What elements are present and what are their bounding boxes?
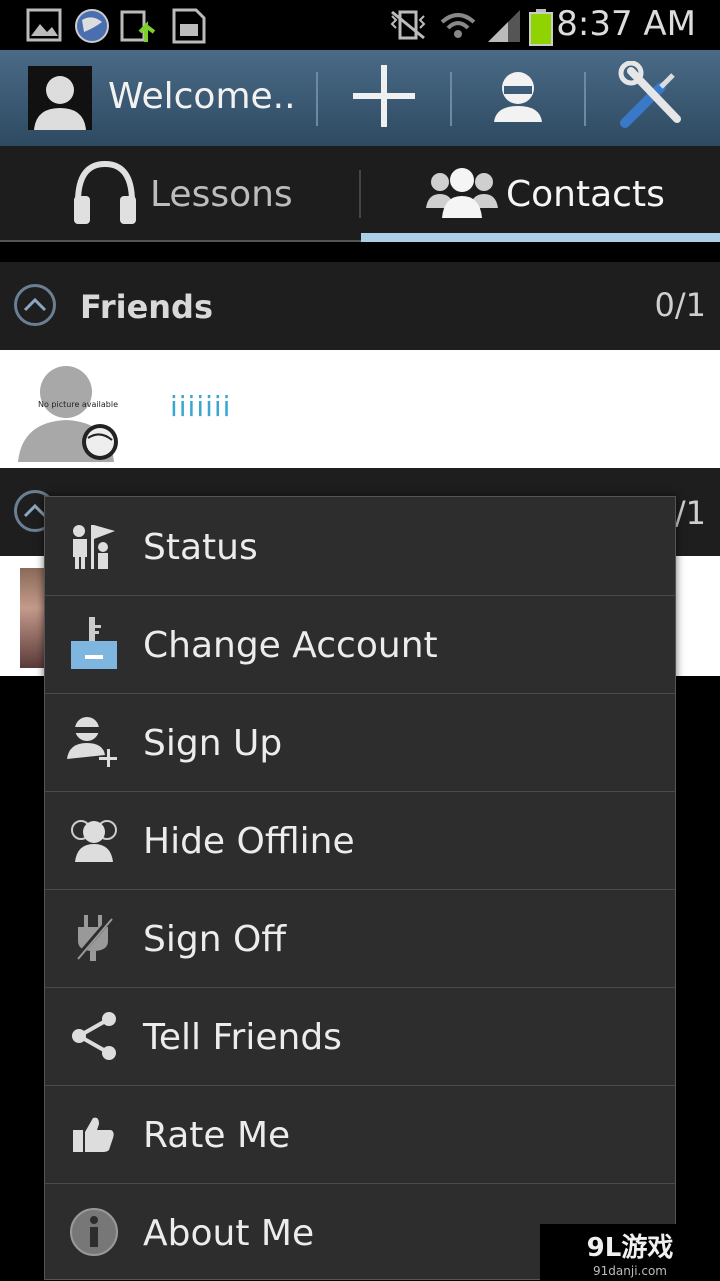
status-flag-icon <box>67 519 121 573</box>
image-icon <box>26 8 62 46</box>
menu-item-tell-friends[interactable]: Tell Friends <box>45 987 675 1085</box>
tab-lessons-label: Lessons <box>150 173 293 215</box>
headphones-icon <box>70 158 140 230</box>
profile-button[interactable] <box>458 60 578 136</box>
clock: 8:37 AM <box>556 4 696 44</box>
info-icon <box>67 1205 121 1259</box>
group-header-friends[interactable]: Friends 0/1 <box>0 262 720 350</box>
watermark-logo: 9L游戏 <box>586 1232 674 1263</box>
action-bar-divider <box>450 72 452 126</box>
settings-tools-icon <box>617 60 687 135</box>
add-button[interactable] <box>324 60 444 136</box>
group-count: 0/1 <box>654 286 707 324</box>
add-user-icon <box>67 715 121 769</box>
thumbs-up-icon <box>67 1107 121 1161</box>
tab-bar: Lessons Contacts <box>0 146 720 242</box>
battery-icon <box>528 8 556 50</box>
tab-lessons[interactable]: Lessons <box>70 146 350 242</box>
signal-icon <box>486 8 522 48</box>
tab-divider <box>359 170 361 218</box>
action-bar: Welcome.. <box>0 50 720 148</box>
hide-offline-icon <box>67 813 121 867</box>
menu-item-label: Change Account <box>143 625 438 666</box>
add-icon <box>351 63 417 133</box>
watermark: 9L游戏 91danji.com <box>540 1224 720 1280</box>
menu-item-label: Tell Friends <box>143 1017 342 1058</box>
menu-item-label: Sign Off <box>143 919 287 960</box>
group-title: Friends <box>80 288 213 326</box>
tab-contacts[interactable]: Contacts <box>426 146 720 242</box>
menu-item-status[interactable]: Status <box>45 497 675 595</box>
menu-item-hide-offline[interactable]: Hide Offline <box>45 791 675 889</box>
status-bar: 8:37 AM <box>0 0 720 50</box>
contact-avatar: No picture available <box>18 358 124 462</box>
vibrate-icon <box>388 8 428 46</box>
globe-icon <box>72 8 112 48</box>
tab-selected-indicator <box>361 233 720 242</box>
menu-item-change-account[interactable]: Change Account <box>45 595 675 693</box>
menu-item-sign-up[interactable]: Sign Up <box>45 693 675 791</box>
settings-button[interactable] <box>592 60 712 136</box>
collapse-chevron-icon[interactable] <box>14 284 56 326</box>
welcome-title: Welcome.. <box>108 76 296 117</box>
contact-photo <box>20 568 46 668</box>
menu-item-label: Sign Up <box>143 723 283 764</box>
contact-name: iiiiiii <box>170 390 232 423</box>
upload-icon <box>120 8 160 48</box>
options-menu: Status Change Account Sign Up Hide Offli… <box>44 496 676 1280</box>
share-icon <box>67 1009 121 1063</box>
user-avatar[interactable] <box>28 66 92 130</box>
no-picture-text: No picture available <box>38 400 119 409</box>
tab-contacts-label: Contacts <box>506 173 665 215</box>
watermark-url: 91danji.com <box>593 1263 667 1278</box>
sd-card-icon <box>170 8 206 48</box>
change-account-icon <box>67 617 121 671</box>
tab-underline <box>0 240 361 242</box>
plug-off-icon <box>67 911 121 965</box>
menu-item-label: About Me <box>143 1213 315 1254</box>
menu-item-rate-me[interactable]: Rate Me <box>45 1085 675 1183</box>
menu-item-label: Rate Me <box>143 1115 291 1156</box>
menu-item-sign-off[interactable]: Sign Off <box>45 889 675 987</box>
group-count: /1 <box>674 494 706 532</box>
action-bar-divider <box>316 72 318 126</box>
menu-item-label: Hide Offline <box>143 821 355 862</box>
contacts-group-icon <box>426 164 498 224</box>
profile-icon <box>490 68 546 128</box>
action-bar-divider <box>584 72 586 126</box>
contact-row[interactable]: No picture available iiiiiii <box>0 350 720 468</box>
wifi-icon <box>438 8 478 48</box>
menu-item-label: Status <box>143 527 258 568</box>
